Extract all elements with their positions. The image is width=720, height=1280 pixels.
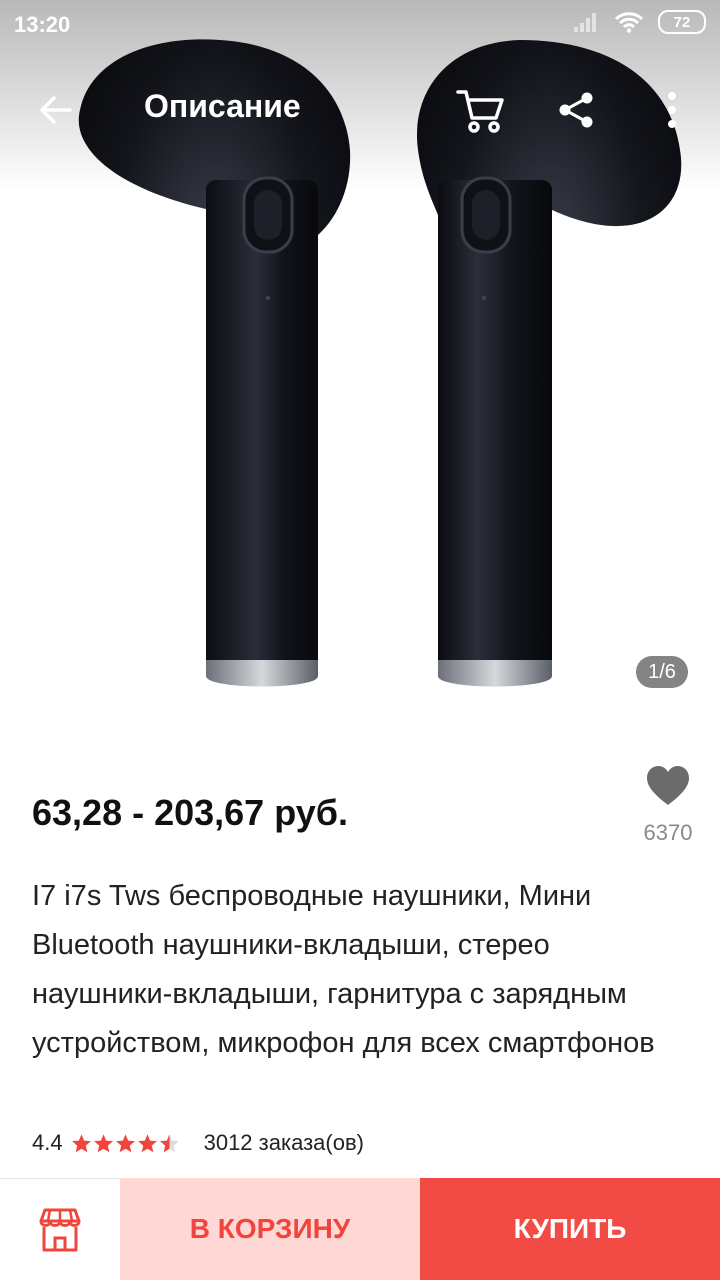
star-half-icon <box>159 1133 179 1152</box>
store-icon <box>39 1208 81 1251</box>
share-icon <box>559 92 593 128</box>
back-arrow-icon <box>40 96 72 124</box>
buy-button[interactable]: КУПИТЬ <box>420 1178 720 1280</box>
price: 63,28 - 203,67 руб. <box>32 792 348 833</box>
signal-icon <box>574 13 596 32</box>
cart-button[interactable] <box>450 80 510 140</box>
product-title: I7 i7s Tws беспроводные наушники, Мини B… <box>32 880 655 1059</box>
top-toolbar: Описание <box>0 70 720 146</box>
store-button[interactable] <box>0 1178 120 1280</box>
star-icon <box>93 1133 113 1152</box>
status-icons: 72 <box>572 10 706 34</box>
image-counter: 1/6 <box>636 656 688 688</box>
heart-icon <box>647 766 689 805</box>
rating-stars <box>71 1133 180 1154</box>
favorites-count: 6370 <box>643 820 693 845</box>
back-button[interactable] <box>30 84 82 136</box>
favorite-button[interactable] <box>640 762 696 810</box>
more-vertical-icon <box>668 92 676 128</box>
rating-row[interactable]: 4.4 3012 заказа(ов) <box>32 1130 364 1156</box>
orders-count: 3012 заказа(ов) <box>203 1130 364 1155</box>
rating-value: 4.4 <box>32 1130 63 1155</box>
battery-icon: 72 <box>658 10 706 34</box>
star-icon <box>115 1133 135 1152</box>
bottom-action-bar: В КОРЗИНУ КУПИТЬ <box>0 1178 720 1280</box>
status-bar: 13:20 72 <box>0 0 720 52</box>
cart-icon <box>456 90 504 133</box>
star-icon <box>137 1133 157 1152</box>
star-icon <box>71 1133 91 1152</box>
page-title: Описание <box>144 88 301 124</box>
more-menu-button[interactable] <box>652 80 692 140</box>
share-button[interactable] <box>548 80 604 140</box>
add-to-cart-button[interactable]: В КОРЗИНУ <box>120 1178 420 1280</box>
status-time: 13:20 <box>14 12 71 37</box>
wifi-icon <box>614 12 644 33</box>
